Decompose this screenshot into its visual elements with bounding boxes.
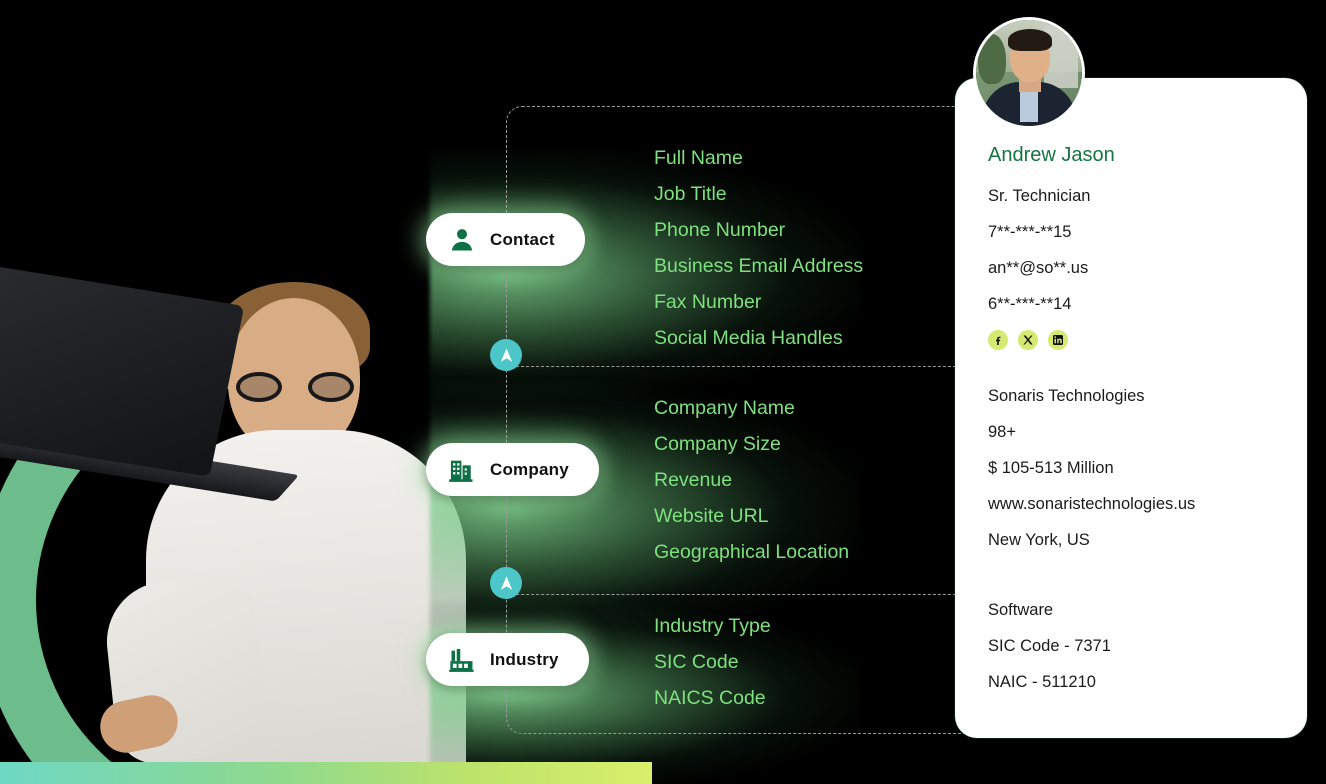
field-label: Website URL [654, 505, 769, 527]
industry-type-value: Software [988, 601, 1054, 619]
social-media-links [988, 330, 1288, 350]
profile-card-content: Andrew Jason Sr. Technician 7**-***-**15… [988, 140, 1288, 700]
arrow-marker-icon-2 [490, 567, 522, 599]
linkedin-icon[interactable] [1048, 330, 1068, 350]
field-label: Phone Number [654, 219, 786, 241]
profile-detail-card: Andrew Jason Sr. Technician 7**-***-**15… [955, 78, 1307, 738]
naics-code-value: NAIC - 511210 [988, 673, 1096, 691]
bottom-gradient-bar [0, 762, 652, 784]
x-twitter-icon[interactable] [1018, 330, 1038, 350]
industry-detail-group: Software SIC Code - 7371 NAIC - 511210 [988, 592, 1288, 700]
company-detail-group: Sonaris Technologies 98+ $ 105-513 Milli… [988, 378, 1288, 558]
sic-code-value: SIC Code - 7371 [988, 637, 1111, 655]
profile-fax: 6**-***-**14 [988, 295, 1072, 313]
field-label: Business Email Address [654, 255, 864, 277]
field-label: Job Title [654, 183, 727, 205]
field-label: Revenue [654, 469, 733, 491]
profile-name: Andrew Jason [988, 144, 1115, 166]
field-label: NAICS Code [654, 687, 766, 709]
field-label-group-industry: Industry Type SIC Code NAICS Code [654, 608, 771, 716]
office-building-icon [448, 456, 476, 484]
field-label: Industry Type [654, 615, 771, 637]
field-label-group-contact: Full Name Job Title Phone Number Busines… [654, 140, 863, 356]
field-label-group-company: Company Name Company Size Revenue Websit… [654, 390, 849, 570]
profile-phone: 7**-***-**15 [988, 223, 1072, 241]
category-pill-industry[interactable]: Industry [426, 633, 589, 686]
location-value: New York, US [988, 531, 1090, 549]
field-label: Social Media Handles [654, 327, 843, 349]
field-label: Company Size [654, 433, 781, 455]
field-label: SIC Code [654, 651, 739, 673]
category-pill-contact[interactable]: Contact [426, 213, 585, 266]
company-size-value: 98+ [988, 423, 1016, 441]
website-value: www.sonaristechnologies.us [988, 495, 1196, 513]
field-label: Company Name [654, 397, 795, 419]
field-label: Full Name [654, 147, 743, 169]
factory-icon [448, 646, 476, 674]
field-label: Geographical Location [654, 541, 850, 563]
revenue-value: $ 105-513 Million [988, 459, 1114, 477]
category-pill-company[interactable]: Company [426, 443, 599, 496]
avatar-background-tree [978, 34, 1006, 84]
person-icon [448, 226, 476, 254]
category-pill-label: Contact [490, 229, 555, 249]
promo-graphic-stage: Contact Company Industry Full Name Job T… [0, 0, 1326, 784]
avatar-hair [1008, 29, 1052, 51]
profile-email: an**@so**.us [988, 259, 1089, 277]
profile-job-title: Sr. Technician [988, 187, 1091, 205]
facebook-icon[interactable] [988, 330, 1008, 350]
dashed-divider-1 [506, 366, 976, 367]
category-pill-label: Company [490, 459, 569, 479]
avatar [976, 20, 1082, 126]
company-name-value: Sonaris Technologies [988, 387, 1145, 405]
field-label: Fax Number [654, 291, 762, 313]
category-pill-label: Industry [490, 649, 559, 669]
arrow-marker-icon-1 [490, 339, 522, 371]
dashed-divider-2 [506, 594, 976, 595]
